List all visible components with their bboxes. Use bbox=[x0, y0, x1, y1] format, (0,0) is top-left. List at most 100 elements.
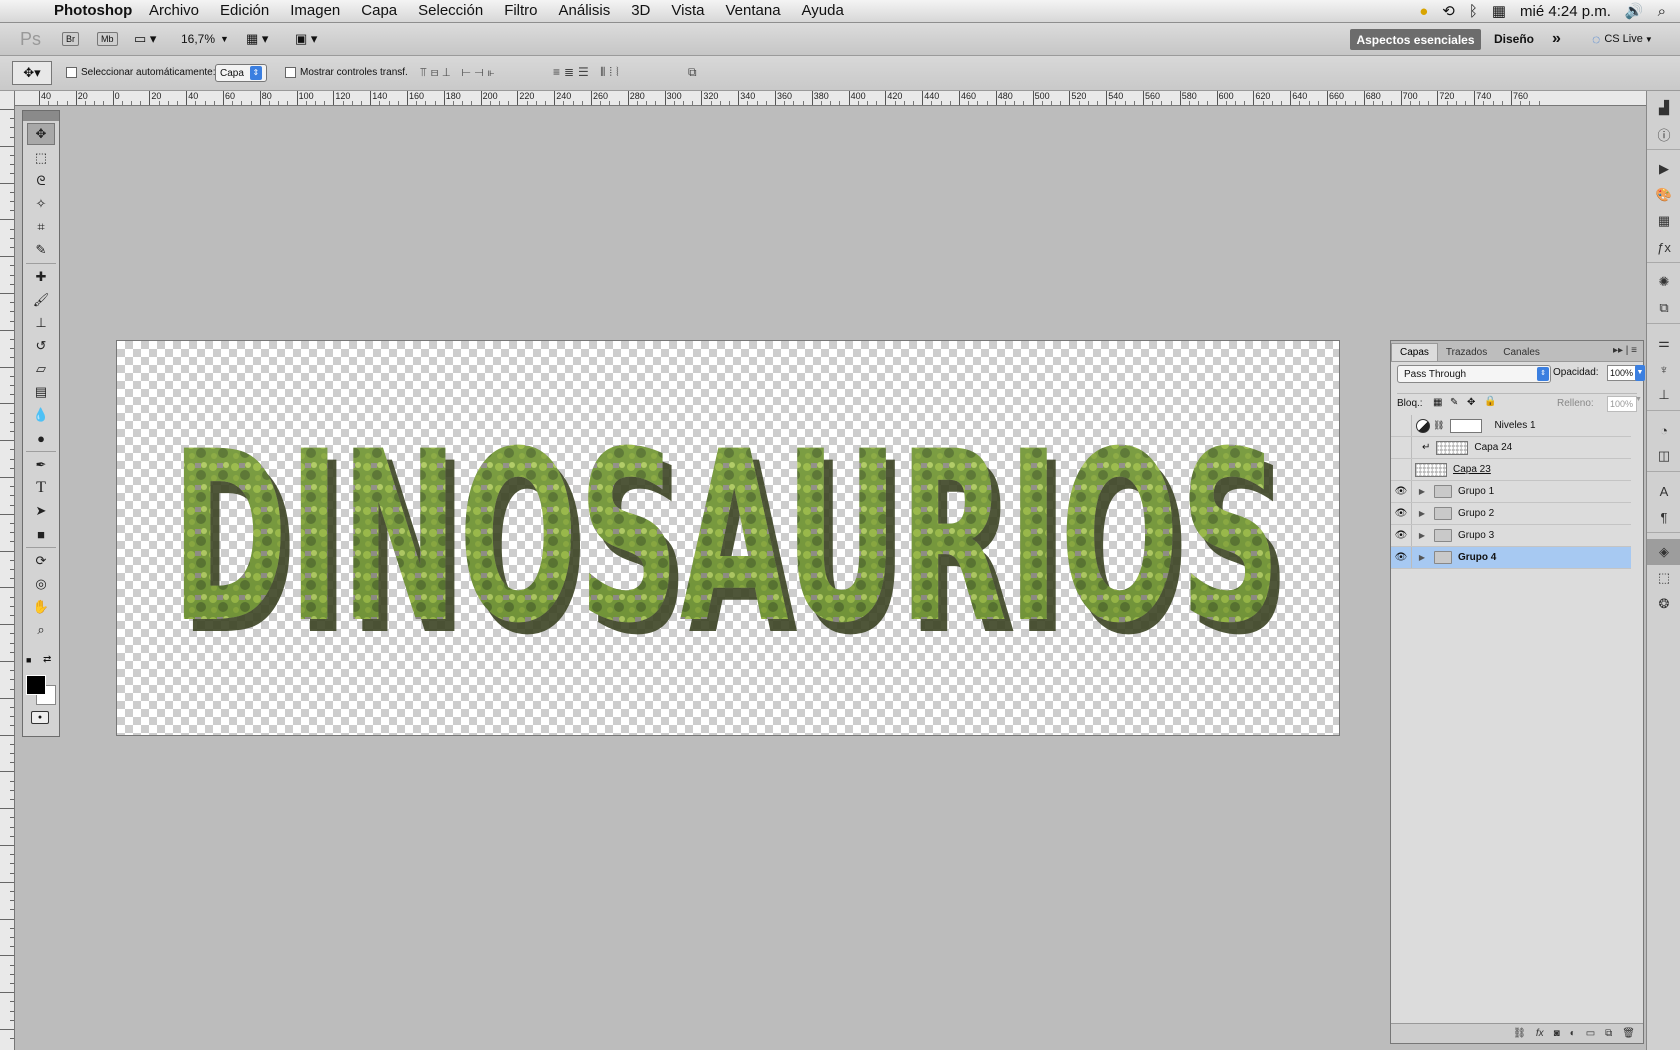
character-icon[interactable]: A bbox=[1647, 478, 1680, 504]
layer-thumbnail[interactable] bbox=[1415, 462, 1447, 477]
clock[interactable]: mié 4:24 p.m. bbox=[1520, 3, 1611, 20]
eye-icon[interactable]: 👁 bbox=[1391, 503, 1412, 524]
layer-mask-thumbnail[interactable] bbox=[1450, 418, 1483, 433]
arrange-documents-icon[interactable]: ▦ ▾ bbox=[246, 29, 268, 49]
3d-rotate-tool-icon[interactable]: ⟳ bbox=[28, 551, 54, 571]
styles-icon[interactable]: ƒx bbox=[1647, 234, 1680, 260]
shape-tool-icon[interactable]: ■ bbox=[28, 524, 54, 544]
info-icon[interactable]: ⓘ bbox=[1647, 121, 1680, 147]
color-icon[interactable]: 🎨 bbox=[1647, 182, 1680, 208]
menu-filtro[interactable]: Filtro bbox=[504, 2, 537, 19]
eraser-tool-icon[interactable]: ▱ bbox=[28, 359, 54, 379]
adjustments-icon[interactable]: ⚌ bbox=[1647, 330, 1680, 356]
swap-colors-icon[interactable]: ⇄ bbox=[43, 654, 51, 665]
menu-analisis[interactable]: Análisis bbox=[559, 2, 611, 19]
layer-style-icon[interactable]: fx bbox=[1536, 1028, 1544, 1039]
quick-mask-icon[interactable]: ● bbox=[31, 711, 49, 724]
more-workspaces-button[interactable]: » bbox=[1552, 29, 1561, 49]
actions-icon[interactable]: ◔ bbox=[1647, 417, 1680, 443]
align-buttons[interactable]: ⫪⊟⊥ ⊢⊣⊩ bbox=[420, 65, 498, 80]
layer-row-grupo-3[interactable]: 👁 ▶ Grupo 3 bbox=[1391, 525, 1631, 547]
menu-edicion[interactable]: Edición bbox=[220, 2, 269, 19]
brush-tool-icon[interactable]: 🖌 bbox=[28, 290, 54, 310]
expand-triangle-icon[interactable]: ▶ bbox=[1416, 553, 1428, 562]
new-adjustment-icon[interactable]: ◐ bbox=[1570, 1028, 1576, 1039]
add-mask-icon[interactable]: ◙ bbox=[1554, 1028, 1560, 1039]
layer-thumbnail[interactable] bbox=[1436, 440, 1469, 455]
visibility-toggle-empty[interactable] bbox=[1391, 415, 1412, 436]
distribute-buttons[interactable]: ≡≣☰ ⦀⦙⦚ bbox=[553, 65, 623, 80]
zoom-tool-icon[interactable]: ⌕ bbox=[28, 620, 54, 640]
marquee-tool-icon[interactable]: ⬚ bbox=[28, 148, 54, 168]
default-colors-icon[interactable]: ■ bbox=[26, 655, 31, 665]
app-menu[interactable]: Photoshop bbox=[54, 2, 132, 19]
layer-row-grupo-4[interactable]: 👁 ▶ Grupo 4 bbox=[1391, 547, 1631, 569]
masks-icon[interactable]: ♆ bbox=[1647, 356, 1680, 382]
quick-selection-tool-icon[interactable]: ✧ bbox=[28, 194, 54, 214]
layer-row-capa-23[interactable]: Capa 23 bbox=[1391, 459, 1631, 481]
layer-name[interactable]: Capa 24 bbox=[1474, 442, 1512, 453]
move-tool-preset[interactable]: ✥▾ bbox=[12, 61, 52, 85]
delete-layer-icon[interactable]: 🗑 bbox=[1622, 1028, 1635, 1039]
menu-vista[interactable]: Vista bbox=[671, 2, 704, 19]
mini-bridge-button[interactable]: Mb bbox=[97, 32, 118, 46]
menu-ayuda[interactable]: Ayuda bbox=[802, 2, 844, 19]
history-brush-tool-icon[interactable]: ↺ bbox=[28, 336, 54, 356]
zoom-level[interactable]: 16,7% bbox=[181, 29, 215, 49]
layer-name[interactable]: Grupo 4 bbox=[1458, 552, 1496, 563]
lock-position-icon[interactable]: ✥ bbox=[1467, 397, 1475, 408]
pen-tool-icon[interactable]: ✒ bbox=[28, 455, 54, 475]
visibility-toggle-empty[interactable] bbox=[1391, 459, 1412, 480]
workspace-essentials-button[interactable]: Aspectos esenciales bbox=[1350, 29, 1481, 50]
layer-name[interactable]: Grupo 2 bbox=[1458, 508, 1494, 519]
path-selection-tool-icon[interactable]: ➤ bbox=[28, 501, 54, 521]
animation-icon[interactable]: ▶ bbox=[1647, 156, 1680, 182]
fill-input[interactable]: 100% bbox=[1607, 396, 1637, 412]
eye-icon[interactable]: 👁 bbox=[1391, 525, 1412, 546]
tab-canales[interactable]: Canales bbox=[1495, 344, 1548, 361]
blur-tool-icon[interactable]: 💧 bbox=[28, 405, 54, 425]
auto-select-option[interactable]: Seleccionar automáticamente: bbox=[66, 67, 216, 78]
cs-live-button[interactable]: ◌ CS Live ▼ bbox=[1592, 29, 1653, 49]
expand-triangle-icon[interactable]: ▶ bbox=[1416, 531, 1428, 540]
expand-triangle-icon[interactable]: ▶ bbox=[1416, 487, 1428, 496]
show-transform-option[interactable]: Mostrar controles transf. bbox=[285, 67, 408, 78]
paragraph-icon[interactable]: ¶ bbox=[1647, 504, 1680, 530]
brushes-icon[interactable]: ✺ bbox=[1647, 269, 1680, 295]
type-tool-icon[interactable]: T bbox=[28, 478, 54, 498]
tab-capas[interactable]: Capas bbox=[1391, 343, 1438, 361]
date-icon[interactable]: ▦ bbox=[1492, 2, 1506, 20]
expand-triangle-icon[interactable]: ▶ bbox=[1416, 509, 1428, 518]
layer-row-grupo-2[interactable]: 👁 ▶ Grupo 2 bbox=[1391, 503, 1631, 525]
eye-icon[interactable]: 👁 bbox=[1391, 547, 1412, 568]
auto-align-icon[interactable]: ⧉ bbox=[688, 65, 697, 80]
opacity-slider-icon[interactable]: ▼ bbox=[1635, 365, 1645, 381]
healing-brush-tool-icon[interactable]: ✚ bbox=[28, 267, 54, 287]
tab-trazados[interactable]: Trazados bbox=[1438, 344, 1495, 361]
lock-image-icon[interactable]: ✎ bbox=[1450, 397, 1458, 408]
new-layer-icon[interactable]: ⧉ bbox=[1605, 1028, 1612, 1039]
volume-icon[interactable]: 🔊 bbox=[1625, 2, 1644, 20]
zoom-dropdown-icon[interactable]: ▼ bbox=[220, 29, 229, 49]
swatches-icon[interactable]: ▦ bbox=[1647, 208, 1680, 234]
auto-select-checkbox[interactable] bbox=[66, 67, 77, 78]
bridge-button[interactable]: Br bbox=[62, 32, 79, 46]
fill-slider-icon[interactable]: ▼ bbox=[1635, 396, 1642, 403]
view-extras-icon[interactable]: ▭ ▾ bbox=[134, 29, 156, 49]
blend-mode-dropdown[interactable]: Pass Through ⇕ bbox=[1397, 365, 1551, 383]
channels-icon[interactable]: ❂ bbox=[1647, 591, 1680, 617]
lasso-tool-icon[interactable]: ᘓ bbox=[28, 171, 54, 191]
3d-orbit-tool-icon[interactable]: ◎ bbox=[28, 574, 54, 594]
hand-tool-icon[interactable]: ✋ bbox=[28, 597, 54, 617]
panel-menu-icon[interactable]: ▸▸ | ≡ bbox=[1613, 345, 1637, 356]
clone-source-icon[interactable]: ⧉ bbox=[1647, 295, 1680, 321]
crop-tool-icon[interactable]: ⌗ bbox=[28, 217, 54, 237]
spotlight-icon[interactable]: ⌕ bbox=[1658, 3, 1666, 20]
menu-imagen[interactable]: Imagen bbox=[290, 2, 340, 19]
layer-row-grupo-1[interactable]: 👁 ▶ Grupo 1 bbox=[1391, 481, 1631, 503]
workspace-design-button[interactable]: Diseño bbox=[1494, 32, 1534, 46]
move-tool-icon[interactable]: ✥ bbox=[27, 123, 55, 145]
lock-all-icon[interactable]: 🔒 bbox=[1484, 396, 1496, 407]
document-canvas[interactable]: DINOSAURIOS DINOSAURIOS DINOSAURIOS bbox=[116, 340, 1340, 736]
eye-icon[interactable]: 👁 bbox=[1391, 481, 1412, 502]
